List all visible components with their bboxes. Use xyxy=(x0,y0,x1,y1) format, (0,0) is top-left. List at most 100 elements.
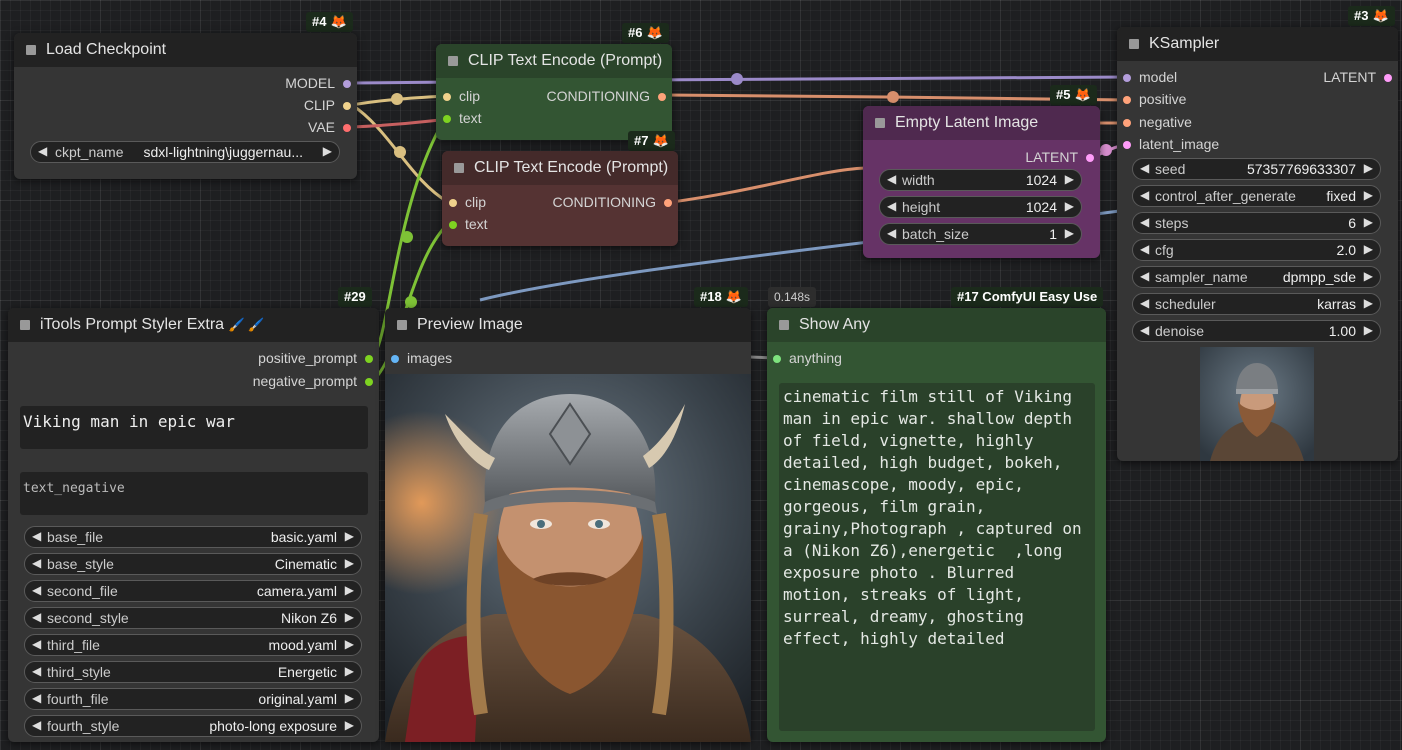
port-dot[interactable] xyxy=(365,378,373,386)
prompt-styler-node[interactable]: iTools Prompt Styler Extra 🖌️ 🖌️ positiv… xyxy=(8,308,379,742)
decrement-arrow-icon[interactable]: ◀ xyxy=(1140,242,1149,256)
input-clip[interactable]: clip xyxy=(443,88,480,104)
port-dot[interactable] xyxy=(343,102,351,110)
port-dot[interactable] xyxy=(658,93,666,101)
increment-arrow-icon[interactable]: ▶ xyxy=(345,529,354,543)
width-widget[interactable]: ◀ width 1024 ▶ xyxy=(879,169,1082,191)
output-conditioning[interactable]: CONDITIONING xyxy=(553,194,672,210)
output-clip[interactable]: CLIP xyxy=(304,97,351,113)
sampler-name-widget[interactable]: ◀ sampler_name dpmpp_sde ▶ xyxy=(1132,266,1381,288)
third-file-widget[interactable]: ◀ third_file mood.yaml ▶ xyxy=(24,634,362,656)
increment-arrow-icon[interactable]: ▶ xyxy=(1364,296,1373,310)
preview-image-node[interactable]: Preview Image images xyxy=(385,308,751,742)
node-title-bar[interactable]: Load Checkpoint xyxy=(14,33,357,67)
decrement-arrow-icon[interactable]: ◀ xyxy=(32,691,41,705)
decrement-arrow-icon[interactable]: ◀ xyxy=(887,172,896,186)
output-latent[interactable]: LATENT xyxy=(1323,69,1392,85)
input-images[interactable]: images xyxy=(391,350,452,366)
text-positive-input[interactable]: Viking man in epic war xyxy=(20,406,368,449)
decrement-arrow-icon[interactable]: ◀ xyxy=(1140,188,1149,202)
port-dot[interactable] xyxy=(1123,141,1131,149)
node-title-bar[interactable]: Empty Latent Image xyxy=(863,106,1100,140)
clip-encode-positive-node[interactable]: CLIP Text Encode (Prompt) clip text COND… xyxy=(436,44,672,140)
port-dot[interactable] xyxy=(391,355,399,363)
port-dot[interactable] xyxy=(443,115,451,123)
decrement-arrow-icon[interactable]: ◀ xyxy=(32,637,41,651)
node-title-bar[interactable]: CLIP Text Encode (Prompt) xyxy=(442,151,678,185)
node-title-bar[interactable]: Preview Image xyxy=(385,308,751,342)
height-widget[interactable]: ◀ height 1024 ▶ xyxy=(879,196,1082,218)
increment-arrow-icon[interactable]: ▶ xyxy=(345,583,354,597)
decrement-arrow-icon[interactable]: ◀ xyxy=(887,199,896,213)
collapse-toggle[interactable] xyxy=(875,118,885,128)
increment-arrow-icon[interactable]: ▶ xyxy=(1065,199,1074,213)
port-dot[interactable] xyxy=(1123,96,1131,104)
batch-size-widget[interactable]: ◀ batch_size 1 ▶ xyxy=(879,223,1082,245)
preview-image-output[interactable] xyxy=(385,374,751,742)
port-dot[interactable] xyxy=(449,199,457,207)
port-dot[interactable] xyxy=(1123,74,1131,82)
increment-arrow-icon[interactable]: ▶ xyxy=(1065,172,1074,186)
show-any-node[interactable]: Show Any anything cinematic film still o… xyxy=(767,308,1106,742)
input-positive[interactable]: positive xyxy=(1123,91,1186,107)
output-positive-prompt[interactable]: positive_prompt xyxy=(258,350,373,366)
input-anything[interactable]: anything xyxy=(773,350,842,366)
increment-arrow-icon[interactable]: ▶ xyxy=(345,718,354,732)
output-conditioning[interactable]: CONDITIONING xyxy=(547,88,666,104)
port-dot[interactable] xyxy=(1384,74,1392,82)
denoise-widget[interactable]: ◀ denoise 1.00 ▶ xyxy=(1132,320,1381,342)
port-dot[interactable] xyxy=(773,355,781,363)
output-model[interactable]: MODEL xyxy=(285,75,351,91)
input-model[interactable]: model xyxy=(1123,69,1177,85)
load-checkpoint-node[interactable]: Load Checkpoint MODEL CLIP VAE ◀ ckpt_na… xyxy=(14,33,357,179)
decrement-arrow-icon[interactable]: ◀ xyxy=(32,583,41,597)
decrement-arrow-icon[interactable]: ◀ xyxy=(887,226,896,240)
node-title-bar[interactable]: Show Any xyxy=(767,308,1106,342)
port-dot[interactable] xyxy=(664,199,672,207)
seed-widget[interactable]: ◀ seed 57357769633307 ▶ xyxy=(1132,158,1381,180)
port-dot[interactable] xyxy=(1123,119,1131,127)
input-negative[interactable]: negative xyxy=(1123,114,1192,130)
scheduler-widget[interactable]: ◀ scheduler karras ▶ xyxy=(1132,293,1381,315)
increment-arrow-icon[interactable]: ▶ xyxy=(345,610,354,624)
port-dot[interactable] xyxy=(443,93,451,101)
increment-arrow-icon[interactable]: ▶ xyxy=(323,144,332,158)
decrement-arrow-icon[interactable]: ◀ xyxy=(32,610,41,624)
port-dot[interactable] xyxy=(343,124,351,132)
fourth-file-widget[interactable]: ◀ fourth_file original.yaml ▶ xyxy=(24,688,362,710)
collapse-toggle[interactable] xyxy=(26,45,36,55)
port-dot[interactable] xyxy=(1086,154,1094,162)
decrement-arrow-icon[interactable]: ◀ xyxy=(1140,215,1149,229)
decrement-arrow-icon[interactable]: ◀ xyxy=(32,556,41,570)
control-after-generate-widget[interactable]: ◀ control_after_generate fixed ▶ xyxy=(1132,185,1381,207)
collapse-toggle[interactable] xyxy=(1129,39,1139,49)
increment-arrow-icon[interactable]: ▶ xyxy=(345,691,354,705)
ksampler-node[interactable]: KSampler model positive negative latent_… xyxy=(1117,27,1398,461)
text-negative-input[interactable]: text_negative xyxy=(20,472,368,515)
node-title-bar[interactable]: KSampler xyxy=(1117,27,1398,61)
increment-arrow-icon[interactable]: ▶ xyxy=(1364,242,1373,256)
port-dot[interactable] xyxy=(343,80,351,88)
show-any-output-text[interactable]: cinematic film still of Viking man in ep… xyxy=(779,383,1095,731)
second-file-widget[interactable]: ◀ second_file camera.yaml ▶ xyxy=(24,580,362,602)
increment-arrow-icon[interactable]: ▶ xyxy=(1364,161,1373,175)
output-latent[interactable]: LATENT xyxy=(1025,149,1094,165)
input-clip[interactable]: clip xyxy=(449,194,486,210)
increment-arrow-icon[interactable]: ▶ xyxy=(1065,226,1074,240)
input-text[interactable]: text xyxy=(449,216,488,232)
output-negative-prompt[interactable]: negative_prompt xyxy=(253,373,373,389)
increment-arrow-icon[interactable]: ▶ xyxy=(1364,188,1373,202)
cfg-widget[interactable]: ◀ cfg 2.0 ▶ xyxy=(1132,239,1381,261)
second-style-widget[interactable]: ◀ second_style Nikon Z6 ▶ xyxy=(24,607,362,629)
decrement-arrow-icon[interactable]: ◀ xyxy=(1140,161,1149,175)
base-style-widget[interactable]: ◀ base_style Cinematic ▶ xyxy=(24,553,362,575)
collapse-toggle[interactable] xyxy=(779,320,789,330)
collapse-toggle[interactable] xyxy=(397,320,407,330)
ksampler-preview-thumbnail[interactable] xyxy=(1200,347,1314,461)
decrement-arrow-icon[interactable]: ◀ xyxy=(32,529,41,543)
decrement-arrow-icon[interactable]: ◀ xyxy=(1140,269,1149,283)
increment-arrow-icon[interactable]: ▶ xyxy=(345,637,354,651)
empty-latent-image-node[interactable]: Empty Latent Image LATENT ◀ width 1024 ▶ ◀ h… xyxy=(863,106,1100,258)
increment-arrow-icon[interactable]: ▶ xyxy=(1364,269,1373,283)
clip-encode-negative-node[interactable]: CLIP Text Encode (Prompt) clip text COND… xyxy=(442,151,678,246)
